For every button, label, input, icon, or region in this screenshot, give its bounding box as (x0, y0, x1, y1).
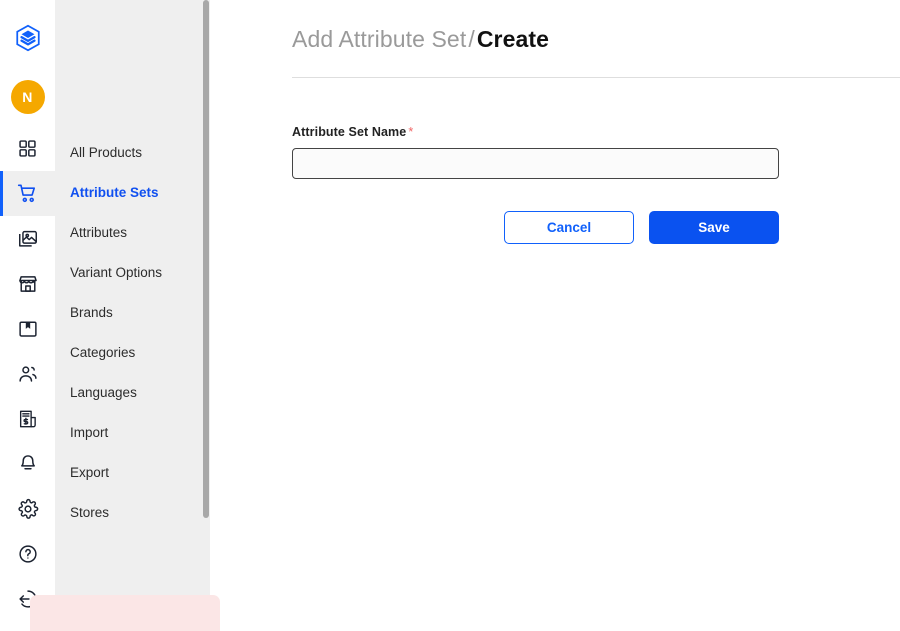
subnav-item-import[interactable]: Import (55, 413, 210, 453)
invoice-dollar-icon (17, 408, 39, 430)
gear-icon (17, 498, 39, 520)
rail-item-media[interactable] (0, 216, 55, 261)
app-window: N All Products Attribute Sets Attributes… (0, 0, 900, 631)
rail-item-orders[interactable] (0, 306, 55, 351)
subnav-item-variant-options[interactable]: Variant Options (55, 253, 210, 293)
attribute-set-name-input[interactable] (292, 148, 779, 179)
app-logo[interactable] (0, 13, 55, 68)
products-subnav: All Products Attribute Sets Attributes V… (55, 0, 210, 631)
page-title: Create (476, 26, 550, 52)
subnav-item-categories[interactable]: Categories (55, 333, 210, 373)
users-icon (17, 363, 39, 385)
rail-item-settings[interactable] (0, 486, 55, 531)
breadcrumb-separator: / (468, 26, 475, 52)
attribute-set-name-label-text: Attribute Set Name (292, 125, 407, 139)
rail-item-dashboard[interactable] (0, 126, 55, 171)
rail-item-help[interactable] (0, 531, 55, 576)
main-content: Add Attribute Set/Create Attribute Set N… (210, 0, 900, 631)
subnav-list: All Products Attribute Sets Attributes V… (55, 0, 210, 533)
save-button[interactable]: Save (649, 211, 779, 244)
subnav-item-attributes[interactable]: Attributes (55, 213, 210, 253)
attribute-set-name-label: Attribute Set Name * (292, 125, 900, 139)
subnav-scrollbar-thumb[interactable] (203, 0, 209, 518)
rail-item-invoices[interactable] (0, 396, 55, 441)
subnav-scrollbar[interactable] (203, 0, 209, 631)
subnav-item-brands[interactable]: Brands (55, 293, 210, 333)
subnav-item-all-products[interactable]: All Products (55, 133, 210, 173)
cube-layers-logo-icon (13, 23, 43, 58)
shopping-cart-icon (16, 182, 39, 205)
cancel-button[interactable]: Cancel (504, 211, 634, 244)
toast-notification (30, 595, 220, 631)
subnav-item-export[interactable]: Export (55, 453, 210, 493)
breadcrumb: Add Attribute Set/Create (292, 0, 900, 53)
required-marker: * (408, 125, 414, 139)
attribute-set-form: Attribute Set Name * Cancel Save (292, 78, 900, 244)
subnav-item-stores[interactable]: Stores (55, 493, 210, 533)
storefront-icon (17, 273, 39, 295)
breadcrumb-parent[interactable]: Add Attribute Set (292, 26, 466, 52)
bell-icon (17, 453, 39, 475)
rail-item-notifications[interactable] (0, 441, 55, 486)
grid-apps-icon (17, 138, 38, 159)
package-box-icon (17, 318, 39, 340)
user-avatar-wrapper[interactable]: N (0, 68, 55, 126)
icon-rail-sidebar: N (0, 0, 55, 631)
question-circle-icon (17, 543, 39, 565)
image-gallery-icon (17, 228, 39, 250)
rail-item-customers[interactable] (0, 351, 55, 396)
rail-item-products[interactable] (0, 171, 55, 216)
subnav-item-attribute-sets[interactable]: Attribute Sets (55, 173, 210, 213)
avatar[interactable]: N (10, 80, 45, 114)
rail-item-store[interactable] (0, 261, 55, 306)
subnav-item-languages[interactable]: Languages (55, 373, 210, 413)
form-actions: Cancel Save (292, 211, 779, 244)
